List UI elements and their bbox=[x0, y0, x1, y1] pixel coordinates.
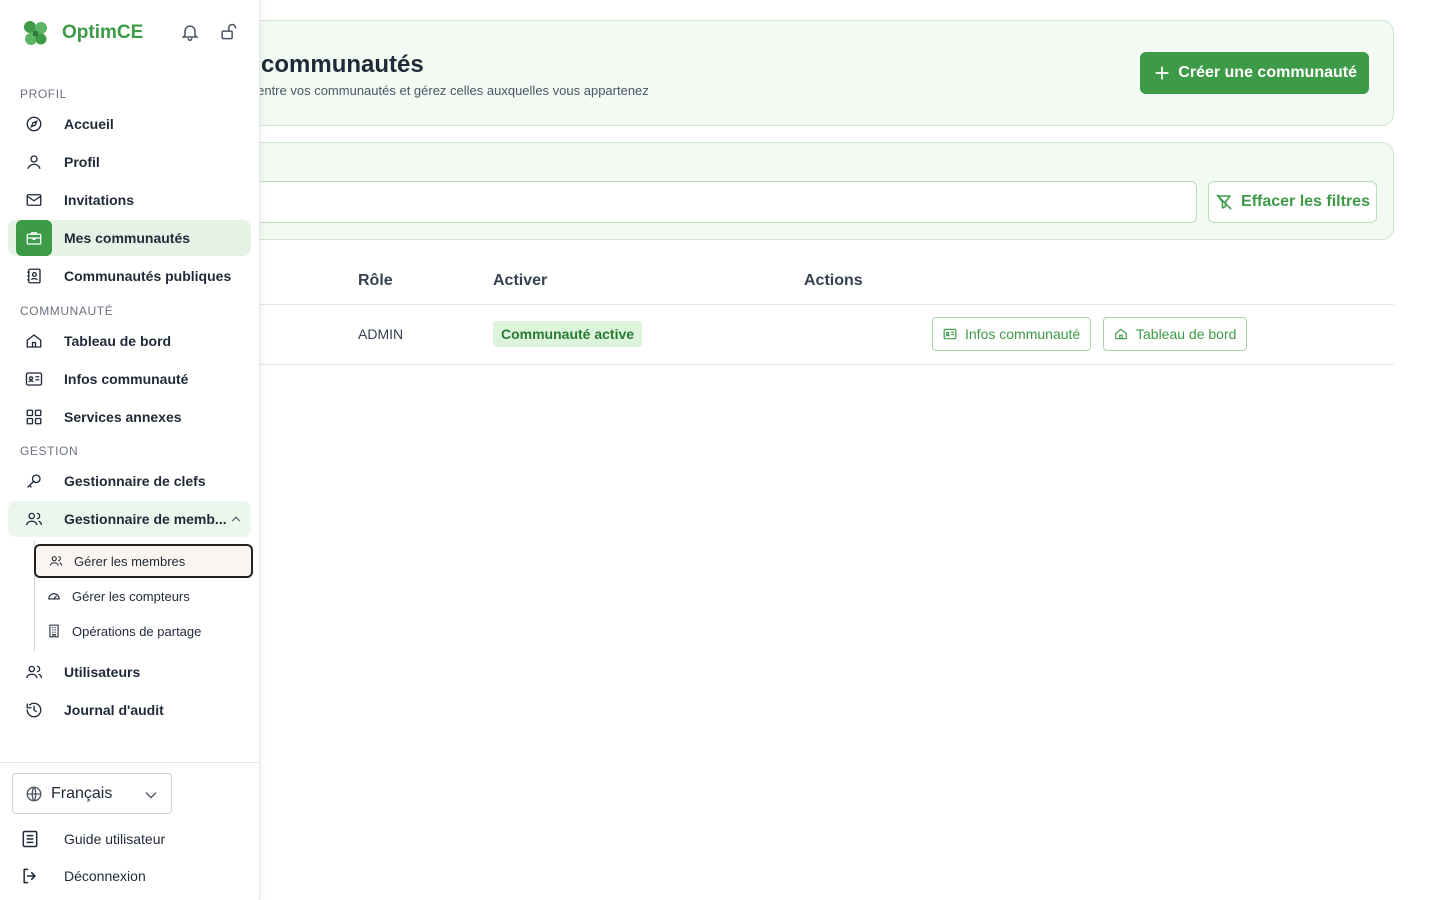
sidebar-item-label: Mes communautés bbox=[64, 230, 191, 246]
id-card-icon bbox=[943, 328, 957, 340]
book-icon bbox=[22, 830, 38, 848]
sidebar-item-my-communities[interactable]: Mes communautés bbox=[8, 220, 251, 256]
gauge-icon bbox=[46, 588, 62, 604]
compass-icon bbox=[16, 106, 52, 142]
language-value: Français bbox=[51, 784, 113, 802]
chevron-up-icon[interactable] bbox=[229, 512, 243, 526]
user-guide-label: Guide utilisateur bbox=[64, 831, 166, 847]
briefcase-icon bbox=[16, 220, 52, 256]
submenu-item-label: Opérations de partage bbox=[72, 623, 202, 639]
row-role: ADMIN bbox=[358, 326, 404, 342]
status-badge: Communauté active bbox=[493, 321, 643, 347]
submenu-item-label: Gérer les compteurs bbox=[72, 588, 190, 604]
sidebar-item-members[interactable]: Gestionnaire de memb... bbox=[8, 501, 251, 537]
logout-icon bbox=[23, 868, 36, 884]
sidebar-item-community-info[interactable]: Infos communauté bbox=[8, 361, 251, 397]
sidebar-item-label: Gestionnaire de clefs bbox=[64, 473, 206, 489]
sidebar-item-label: Accueil bbox=[64, 116, 114, 132]
sidebar-item-profile[interactable]: Profil bbox=[8, 144, 251, 180]
section-community: COMMUNAUTÉ bbox=[20, 304, 114, 318]
table-row: ADMIN Communauté active Infos communauté… bbox=[220, 305, 1394, 365]
grid-icon bbox=[16, 399, 52, 435]
key-icon bbox=[16, 463, 52, 499]
page-header: communautés z entre vos communautés et g… bbox=[220, 20, 1394, 126]
bell-icon[interactable] bbox=[180, 22, 200, 42]
column-role: Rôle bbox=[358, 272, 393, 289]
submenu-item-label: Gérer les membres bbox=[74, 553, 186, 569]
chevron-down-icon bbox=[145, 792, 157, 799]
column-actions: Actions bbox=[804, 272, 863, 289]
sidebar: OptimCE PROFIL Accueil Profil Invitation… bbox=[0, 0, 260, 900]
sidebar-item-label: Journal d'audit bbox=[64, 702, 164, 718]
home-icon bbox=[1115, 328, 1127, 340]
brand[interactable]: OptimCE bbox=[20, 18, 143, 48]
users-icon bbox=[48, 553, 64, 569]
filters-panel: Effacer les filtres bbox=[220, 142, 1394, 240]
sidebar-item-label: Infos communauté bbox=[64, 371, 189, 387]
submenu-item-sharing[interactable]: Opérations de partage bbox=[34, 614, 253, 648]
mail-icon bbox=[16, 182, 52, 218]
sidebar-item-label: Tableau de bord bbox=[64, 333, 172, 349]
community-info-button[interactable]: Infos communauté bbox=[932, 317, 1092, 351]
create-community-label: Créer une communauté bbox=[1178, 64, 1357, 81]
contact-book-icon bbox=[16, 258, 52, 294]
sidebar-item-label: Services annexes bbox=[64, 409, 182, 425]
sidebar-item-label: Invitations bbox=[64, 192, 135, 208]
dashboard-button[interactable]: Tableau de bord bbox=[1103, 317, 1248, 351]
unlock-icon[interactable] bbox=[218, 22, 238, 42]
sidebar-item-label: Communautés publiques bbox=[64, 268, 232, 284]
logo-icon bbox=[24, 21, 47, 45]
page-title: communautés bbox=[261, 51, 424, 78]
users-icon bbox=[16, 654, 52, 690]
sidebar-item-audit[interactable]: Journal d'audit bbox=[8, 692, 251, 728]
dashboard-label: Tableau de bord bbox=[1136, 326, 1237, 342]
filter-off-icon bbox=[1216, 194, 1232, 210]
sidebar-divider bbox=[0, 762, 259, 763]
communities-table: Rôle Activer Actions ADMIN Communauté ac… bbox=[220, 258, 1394, 365]
sidebar-item-label: Gestionnaire de memb... bbox=[64, 511, 227, 527]
section-management: GESTION bbox=[20, 444, 79, 458]
sidebar-item-label: Profil bbox=[64, 154, 100, 170]
search-input[interactable] bbox=[241, 181, 1197, 223]
logout-label: Déconnexion bbox=[64, 868, 146, 884]
column-activate: Activer bbox=[493, 272, 548, 289]
sidebar-item-label: Utilisateurs bbox=[64, 664, 141, 680]
table-header: Rôle Activer Actions bbox=[220, 258, 1394, 305]
submenu-item-manage-members[interactable]: Gérer les membres bbox=[34, 544, 253, 578]
language-select[interactable]: Français bbox=[12, 773, 172, 814]
globe-icon bbox=[26, 786, 42, 801]
sidebar-item-keys[interactable]: Gestionnaire de clefs bbox=[8, 463, 251, 499]
users-icon bbox=[16, 501, 52, 537]
id-card-icon bbox=[16, 361, 52, 397]
user-guide-link[interactable]: Guide utilisateur bbox=[20, 824, 165, 854]
sidebar-item-public-communities[interactable]: Communautés publiques bbox=[8, 258, 251, 294]
plus-icon bbox=[1155, 66, 1169, 80]
logout-link[interactable]: Déconnexion bbox=[20, 861, 146, 891]
create-community-button[interactable]: Créer une communauté bbox=[1140, 52, 1369, 94]
building-icon bbox=[46, 623, 62, 639]
clear-filters-label: Effacer les filtres bbox=[1241, 193, 1370, 210]
app: communautés z entre vos communautés et g… bbox=[0, 0, 1440, 900]
history-icon bbox=[16, 692, 52, 728]
sidebar-item-dashboard[interactable]: Tableau de bord bbox=[8, 323, 251, 359]
community-info-label: Infos communauté bbox=[965, 326, 1081, 342]
sidebar-item-invitations[interactable]: Invitations bbox=[8, 182, 251, 218]
brand-name: OptimCE bbox=[62, 22, 144, 43]
page-subtitle: z entre vos communautés et gérez celles … bbox=[247, 83, 649, 98]
sidebar-item-home[interactable]: Accueil bbox=[8, 106, 251, 142]
sidebar-item-users[interactable]: Utilisateurs bbox=[8, 654, 251, 690]
home-icon bbox=[16, 323, 52, 359]
top-icons bbox=[180, 22, 238, 42]
sidebar-item-services[interactable]: Services annexes bbox=[8, 399, 251, 435]
user-icon bbox=[16, 144, 52, 180]
clear-filters-button[interactable]: Effacer les filtres bbox=[1208, 181, 1377, 223]
submenu-item-manage-meters[interactable]: Gérer les compteurs bbox=[34, 579, 253, 613]
section-profile: PROFIL bbox=[20, 87, 67, 101]
